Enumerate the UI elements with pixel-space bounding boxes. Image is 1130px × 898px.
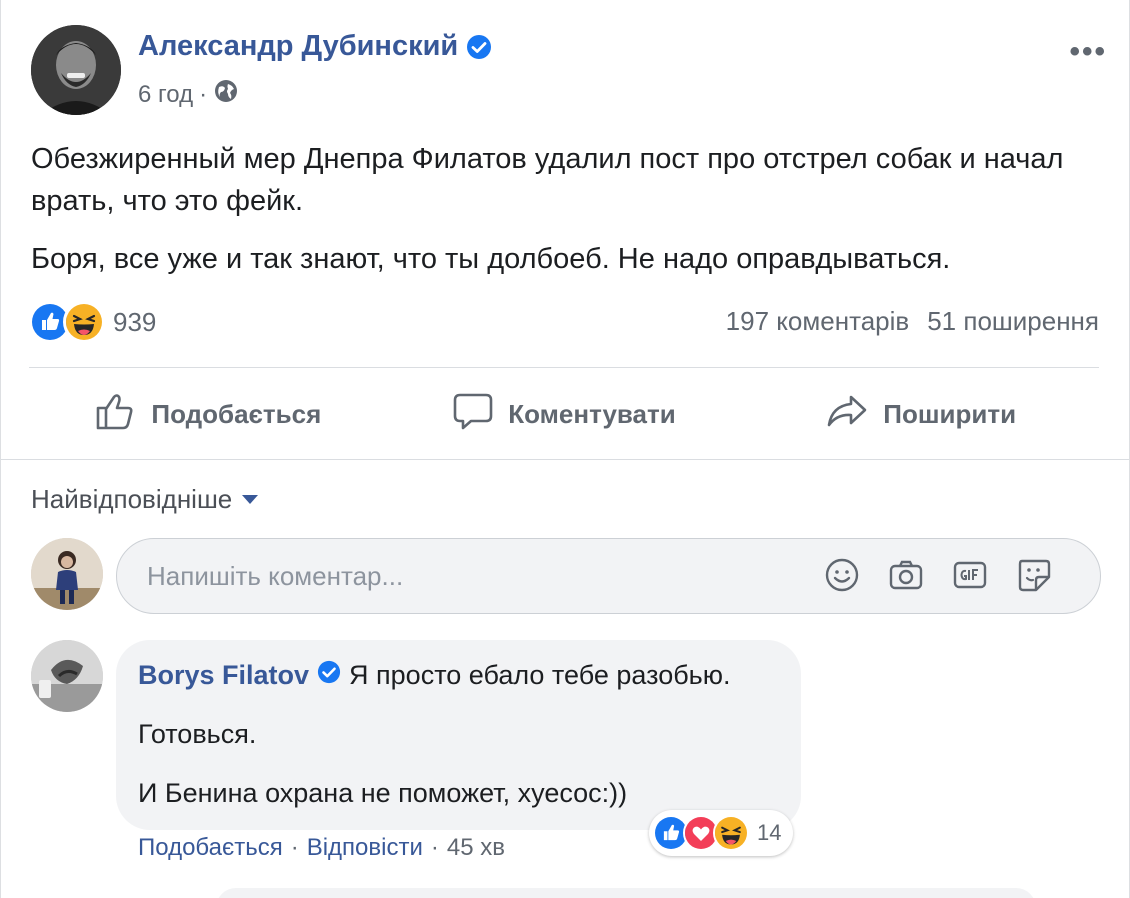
haha-reaction-icon (713, 815, 749, 851)
verified-badge-icon (466, 34, 492, 60)
post-meta: 6 год · (138, 78, 239, 111)
post-time[interactable]: 6 год (138, 81, 193, 109)
separator: · (290, 834, 299, 861)
verified-badge-icon (317, 660, 341, 691)
share-button[interactable]: Поширити (742, 384, 1099, 444)
post-author-name[interactable]: Александр Дубинский (138, 30, 458, 63)
camera-icon[interactable] (888, 557, 924, 593)
post-paragraph: Боря, все уже и так знают, что ты долбое… (31, 243, 951, 275)
commenter-avatar[interactable] (31, 640, 103, 712)
comments-count[interactable]: 197 коментарів (726, 306, 910, 337)
comment-composer[interactable] (116, 538, 1101, 614)
author-avatar[interactable] (31, 25, 121, 115)
current-user-avatar[interactable] (31, 538, 103, 610)
comment-button[interactable]: Коментувати (386, 384, 743, 444)
comment-reply-link[interactable]: Відповісти (307, 834, 423, 862)
post-text: Обезжиренный мер Днепра Филатов удалил п… (31, 138, 1111, 296)
comment-reaction-count: 14 (757, 820, 782, 845)
share-arrow-icon (825, 389, 869, 440)
comment-like-link[interactable]: Подобається (138, 834, 283, 862)
shares-count[interactable]: 51 поширення (927, 306, 1099, 337)
post-stats: 197 коментарів 51 поширення (726, 306, 1099, 337)
chevron-down-icon (242, 495, 259, 504)
separator: · (430, 834, 439, 861)
comment-bubble: Borys Filatov Я просто ебало тебе разобь… (116, 640, 801, 830)
share-button-label: Поширити (883, 398, 1017, 429)
like-button-label: Подобається (151, 398, 322, 429)
comment-text: Готовься. (138, 719, 257, 749)
post-paragraph: Обезжиренный мер Днепра Филатов удалил п… (31, 143, 1064, 217)
composer-tools (824, 557, 1052, 593)
comment-button-label: Коментувати (508, 398, 676, 429)
more-options-icon[interactable]: ••• (1069, 35, 1107, 69)
speech-bubble-icon (452, 390, 494, 439)
post-card: Александр Дубинский 6 год · ••• Обезжире… (0, 0, 1130, 898)
reaction-count[interactable]: 939 (113, 307, 156, 338)
emoji-icon[interactable] (824, 557, 860, 593)
thumbs-up-icon (93, 389, 137, 440)
comment-input[interactable] (147, 560, 827, 592)
sticker-icon[interactable] (1016, 557, 1052, 593)
next-comment-bubble (216, 888, 1036, 898)
comment-text: Я просто ебало тебе разобью. (349, 660, 731, 690)
like-button[interactable]: Подобається (29, 384, 386, 444)
post-reactions[interactable]: 939 (29, 300, 156, 344)
comment-author[interactable]: Borys Filatov (138, 660, 309, 691)
comment-reactions[interactable]: 14 (649, 810, 794, 856)
globe-icon[interactable] (213, 78, 239, 111)
post-author[interactable]: Александр Дубинский (138, 30, 492, 63)
comment-sort-dropdown[interactable]: Найвідповідніше (31, 484, 259, 515)
meta-separator: · (199, 80, 208, 108)
comment-time[interactable]: 45 хв (447, 834, 505, 862)
gif-icon[interactable] (952, 557, 988, 593)
comment-text: И Бенина охрана не поможет, хуесос:)) (138, 778, 628, 808)
comment-sort-label: Найвідповідніше (31, 484, 233, 514)
haha-reaction-icon (63, 301, 105, 343)
comment-first-line: Borys Filatov Я просто ебало тебе разобь… (138, 660, 779, 691)
comment-actions: Подобається · Відповісти · 45 хв (138, 834, 505, 862)
divider (29, 367, 1099, 368)
divider (1, 459, 1129, 460)
post-action-bar: Подобається Коментувати Поширити (29, 384, 1099, 444)
